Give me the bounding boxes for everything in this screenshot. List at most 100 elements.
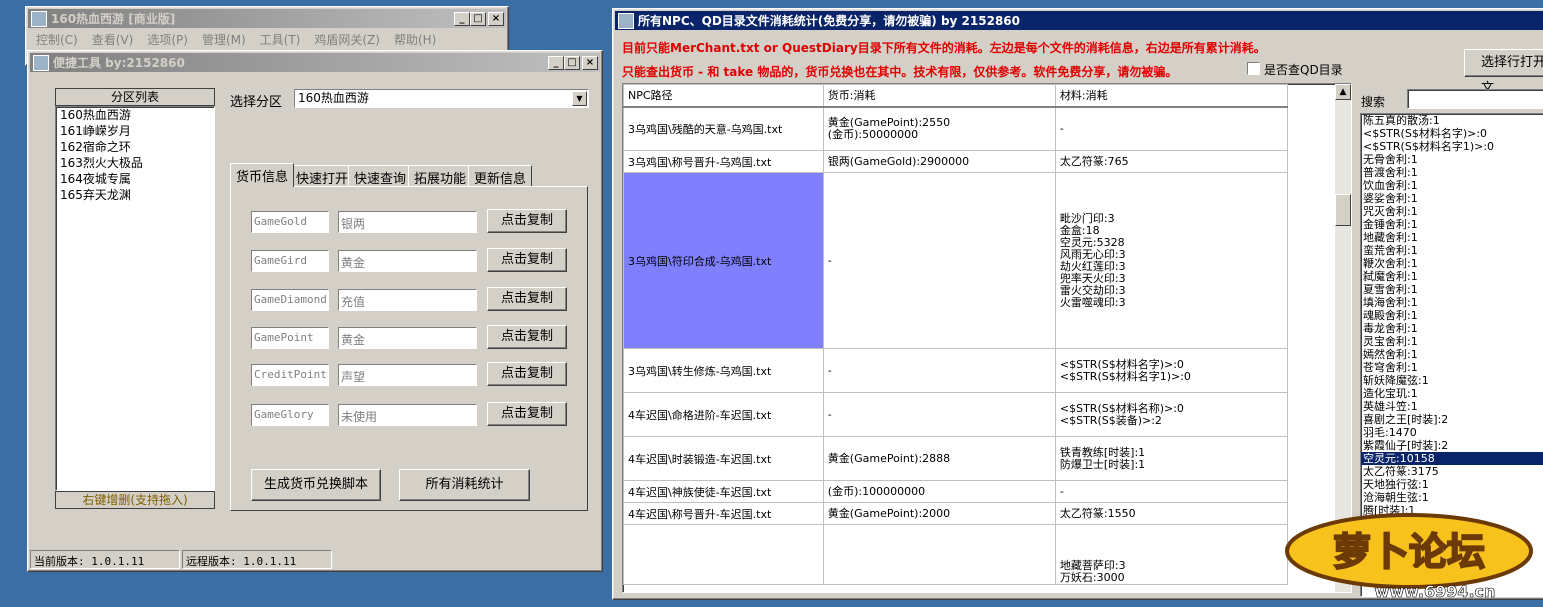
- menu-tools[interactable]: 工具(T): [253, 31, 308, 48]
- zone-item[interactable]: 164夜城专属: [56, 171, 214, 187]
- main-window-title: 160热血西游 [商业版]: [51, 12, 176, 26]
- currency-name[interactable]: 声望: [338, 364, 477, 386]
- menu-gateway[interactable]: 鸡盾网关(Z): [307, 31, 387, 48]
- table-row[interactable]: 4车迟国\命格进阶-车迟国.txt - <$STR(S$材料名称)>:0 <$S…: [623, 392, 1289, 437]
- menu-help[interactable]: 帮助(H): [387, 31, 443, 48]
- search-input[interactable]: [1407, 89, 1543, 109]
- col-npc-path[interactable]: NPC路径: [623, 84, 824, 108]
- scroll-thumb[interactable]: [1335, 194, 1351, 226]
- table-row[interactable]: 4车迟国\时装锻造-车迟国.txt 黄金(GamePoint):2888 铁青教…: [623, 436, 1289, 481]
- table-row[interactable]: 4车迟国\神族使徒-车迟国.txt (金币):100000000 -: [623, 480, 1289, 503]
- table-row[interactable]: 3乌鸡国\转生修炼-乌鸡国.txt - <$STR(S$材料名字)>:0 <$S…: [623, 348, 1289, 393]
- stats-window-titlebar[interactable]: 所有NPC、QD目录文件消耗统计(免费分享，请勿被骗) by 2152860: [615, 11, 1543, 30]
- menu-view[interactable]: 查看(V): [85, 31, 141, 48]
- total-item[interactable]: 羽毛:1470: [1361, 426, 1543, 439]
- zone-item[interactable]: 165弃天龙渊: [56, 187, 214, 203]
- zone-list[interactable]: 160热血西游 161峥嵘岁月 162宿命之环 163烈火大极品 164夜城专属…: [55, 106, 215, 491]
- cell-currency: 黄金(GamePoint):2550 (金币):50000000: [822, 106, 1056, 151]
- col-material[interactable]: 材料:消耗: [1054, 84, 1289, 108]
- total-item[interactable]: 灵宝舍利:1: [1361, 335, 1543, 348]
- total-item[interactable]: 斩妖降魔弦:1: [1361, 374, 1543, 387]
- main-menubar: 控制(C) 查看(V) 选项(P) 管理(M) 工具(T) 鸡盾网关(Z) 帮助…: [26, 30, 508, 49]
- total-item[interactable]: 填海舍利:1: [1361, 296, 1543, 309]
- zone-item[interactable]: 162宿命之环: [56, 139, 214, 155]
- total-item[interactable]: 地藏舍利:1: [1361, 231, 1543, 244]
- maximize-button[interactable]: □: [470, 11, 486, 26]
- zone-select[interactable]: 160热血西游 ▼: [294, 89, 589, 108]
- total-item[interactable]: 毒龙舍利:1: [1361, 322, 1543, 335]
- total-item[interactable]: <$STR(S$材料名字)>:0: [1361, 127, 1543, 140]
- total-item[interactable]: 紫霞仙子[时装]:2: [1361, 439, 1543, 452]
- total-item[interactable]: 空灵元:10158: [1361, 452, 1543, 465]
- total-item[interactable]: 天地独行弦:1: [1361, 478, 1543, 491]
- all-stats-button[interactable]: 所有消耗统计: [399, 469, 530, 501]
- total-item[interactable]: 造化宝玑:1: [1361, 387, 1543, 400]
- total-item[interactable]: 陈五真的散汤:1: [1361, 114, 1543, 127]
- total-item[interactable]: 英雄斗笠:1: [1361, 400, 1543, 413]
- menu-options[interactable]: 选项(P): [140, 31, 195, 48]
- col-currency[interactable]: 货币:消耗: [822, 84, 1056, 108]
- tab-quick-query[interactable]: 快速查询: [348, 165, 413, 187]
- total-item[interactable]: 婆娑舍利:1: [1361, 192, 1543, 205]
- table-row[interactable]: 地藏菩萨印:3 万妖石:3000: [623, 524, 1289, 585]
- tools-window-titlebar[interactable]: 便捷工具 by:2152860 _ □ ×: [30, 53, 600, 72]
- currency-name[interactable]: 充值: [338, 289, 477, 311]
- total-item[interactable]: 魂殿舍利:1: [1361, 309, 1543, 322]
- total-item[interactable]: 喜剧之王[时装]:2: [1361, 413, 1543, 426]
- chevron-down-icon[interactable]: ▼: [572, 91, 587, 106]
- zone-item[interactable]: 161峥嵘岁月: [56, 123, 214, 139]
- table-row[interactable]: 3乌鸡国\符印合成-乌鸡国.txt - 毗沙门印:3 金盒:18 空灵元:532…: [623, 172, 1289, 349]
- copy-button[interactable]: 点击复制: [487, 402, 567, 426]
- stats-table: NPC路径 货币:消耗 材料:消耗 3乌鸡国\残酷的天意-乌鸡国.txt 黄金(…: [623, 84, 1289, 585]
- table-row[interactable]: 3乌鸡国\残酷的天意-乌鸡国.txt 黄金(GamePoint):2550 (金…: [623, 106, 1289, 151]
- copy-button[interactable]: 点击复制: [487, 287, 567, 311]
- cell-path: 4车迟国\时装锻造-车迟国.txt: [623, 436, 824, 481]
- currency-name[interactable]: 黄金: [338, 327, 477, 349]
- copy-button[interactable]: 点击复制: [487, 362, 567, 386]
- currency-name[interactable]: 未使用: [338, 404, 477, 426]
- total-item[interactable]: <$STR(S$材料名字1)>:0: [1361, 140, 1543, 153]
- total-item[interactable]: 弑魔舍利:1: [1361, 270, 1543, 283]
- total-item[interactable]: 沧海朝生弦:1: [1361, 491, 1543, 504]
- tab-updates[interactable]: 更新信息: [468, 165, 533, 187]
- total-item[interactable]: 太乙符篆:3175: [1361, 465, 1543, 478]
- total-item[interactable]: 嫣然舍利:1: [1361, 348, 1543, 361]
- tab-quick-open[interactable]: 快速打开: [290, 165, 355, 187]
- total-item[interactable]: 金锤舍利:1: [1361, 218, 1543, 231]
- total-item[interactable]: 夏雪舍利:1: [1361, 283, 1543, 296]
- scroll-up-arrow[interactable]: ▲: [1335, 84, 1351, 100]
- tools-maximize-button[interactable]: □: [564, 55, 580, 70]
- cell-currency: (金币):100000000: [822, 480, 1056, 503]
- copy-button[interactable]: 点击复制: [487, 325, 567, 349]
- total-item[interactable]: 蛮荒舍利:1: [1361, 244, 1543, 257]
- open-selected-button[interactable]: 选择行打开文: [1464, 49, 1543, 96]
- zone-item[interactable]: 163烈火大极品: [56, 155, 214, 171]
- total-item[interactable]: 饮血舍利:1: [1361, 179, 1543, 192]
- cell-material: 毗沙门印:3 金盒:18 空灵元:5328 风雨无心印:3 劫火红莲印:3 兜率…: [1054, 172, 1289, 349]
- total-item[interactable]: 苍穹舍利:1: [1361, 361, 1543, 374]
- tools-minimize-button[interactable]: _: [548, 55, 564, 70]
- tab-extensions[interactable]: 拓展功能: [408, 165, 473, 187]
- total-item[interactable]: 普渡舍利:1: [1361, 166, 1543, 179]
- generate-script-button[interactable]: 生成货币兑换脚本: [251, 469, 381, 501]
- qd-checkbox[interactable]: [1247, 62, 1260, 75]
- zone-item[interactable]: 160热血西游: [56, 107, 214, 123]
- tools-close-button[interactable]: ×: [582, 55, 598, 70]
- menu-manage[interactable]: 管理(M): [195, 31, 253, 48]
- table-row[interactable]: 3乌鸡国\称号晋升-乌鸡国.txt 银两(GameGold):2900000 太…: [623, 150, 1289, 173]
- cell-path: 4车迟国\称号晋升-车迟国.txt: [623, 502, 824, 525]
- minimize-button[interactable]: _: [454, 11, 470, 26]
- total-item[interactable]: 鞭次舍利:1: [1361, 257, 1543, 270]
- cell-currency: [822, 524, 1056, 585]
- main-window-titlebar[interactable]: 160热血西游 [商业版] _ □ ×: [28, 9, 506, 28]
- total-item[interactable]: 咒灭舍利:1: [1361, 205, 1543, 218]
- tab-currency-info[interactable]: 货币信息: [230, 163, 295, 187]
- close-button[interactable]: ×: [488, 11, 504, 26]
- table-row[interactable]: 4车迟国\称号晋升-车迟国.txt 黄金(GamePoint):2000 太乙符…: [623, 502, 1289, 525]
- total-item[interactable]: 无骨舍利:1: [1361, 153, 1543, 166]
- copy-button[interactable]: 点击复制: [487, 209, 567, 233]
- copy-button[interactable]: 点击复制: [487, 248, 567, 272]
- menu-control[interactable]: 控制(C): [29, 31, 85, 48]
- currency-name[interactable]: 银两: [338, 211, 477, 233]
- currency-name[interactable]: 黄金: [338, 250, 477, 272]
